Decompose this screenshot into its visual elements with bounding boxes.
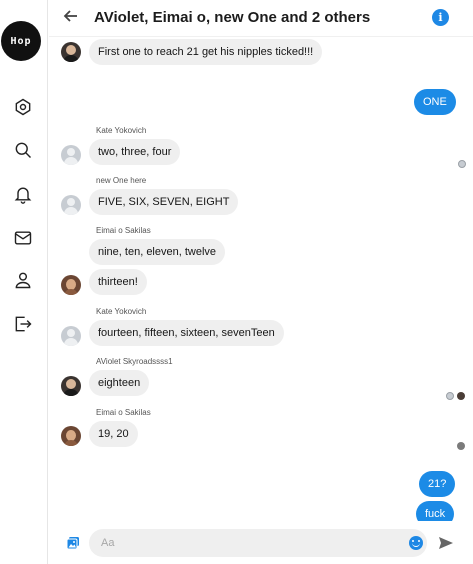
avatar[interactable] <box>61 145 81 165</box>
photo-gallery-icon[interactable] <box>66 536 80 550</box>
home-icon[interactable] <box>12 96 34 118</box>
message-bubble[interactable]: two, three, four <box>89 139 181 165</box>
message-composer <box>49 521 473 564</box>
back-arrow-icon[interactable] <box>63 8 83 28</box>
sender-name: AViolet Skyroadssss1 <box>96 357 173 366</box>
message-bubble-own[interactable]: 21? <box>419 471 456 497</box>
sender-name: Eimai o Sakilas <box>96 408 151 417</box>
message-bubble[interactable]: First one to reach 21 get his nipples ti… <box>89 39 323 65</box>
logout-icon[interactable] <box>12 313 34 335</box>
app-logo[interactable]: Hop <box>1 21 41 61</box>
avatar[interactable] <box>61 426 81 446</box>
conversation-header: AViolet, Eimai o, new One and 2 others i <box>49 0 473 37</box>
message-bubble[interactable]: fourteen, fifteen, sixteen, sevenTeen <box>89 320 284 346</box>
sender-name: Kate Yokovich <box>96 126 147 135</box>
message-thread[interactable]: First one to reach 21 get his nipples ti… <box>49 37 473 521</box>
avatar[interactable] <box>61 42 81 62</box>
conversation-title: AViolet, Eimai o, new One and 2 others <box>94 9 371 26</box>
avatar[interactable] <box>61 275 81 295</box>
message-bubble[interactable]: thirteen! <box>89 269 147 295</box>
message-bubble[interactable]: eighteen <box>89 370 150 396</box>
message-bubble[interactable]: 19, 20 <box>89 421 138 447</box>
read-receipt-avatar <box>457 442 465 450</box>
sidebar: Hop <box>0 0 48 564</box>
read-receipt-avatar <box>457 392 465 400</box>
search-icon[interactable] <box>12 139 34 161</box>
message-bubble-own[interactable]: fuck <box>416 501 455 521</box>
message-bubble[interactable]: FIVE, SIX, SEVEN, EIGHT <box>89 189 239 215</box>
send-icon[interactable] <box>438 535 454 551</box>
avatar[interactable] <box>61 326 81 346</box>
avatar[interactable] <box>61 195 81 215</box>
chat-app: Hop AViolet, Eimai o, new One and 2 othe… <box>0 0 473 564</box>
bell-icon[interactable] <box>12 183 34 205</box>
info-icon[interactable]: i <box>432 9 449 26</box>
sender-name: Kate Yokovich <box>96 307 147 316</box>
sender-name: new One here <box>96 176 147 185</box>
sender-name: Eimai o Sakilas <box>96 226 151 235</box>
mail-icon[interactable] <box>12 227 34 249</box>
message-input-container <box>89 529 427 557</box>
message-bubble-own[interactable]: ONE <box>414 89 456 115</box>
emoji-icon[interactable] <box>409 536 423 550</box>
message-bubble[interactable]: nine, ten, eleven, twelve <box>89 239 226 265</box>
message-input[interactable] <box>89 529 389 557</box>
read-receipt-avatar <box>446 392 454 400</box>
read-receipt-avatar <box>458 160 466 168</box>
avatar[interactable] <box>61 376 81 396</box>
profile-icon[interactable] <box>12 269 34 291</box>
